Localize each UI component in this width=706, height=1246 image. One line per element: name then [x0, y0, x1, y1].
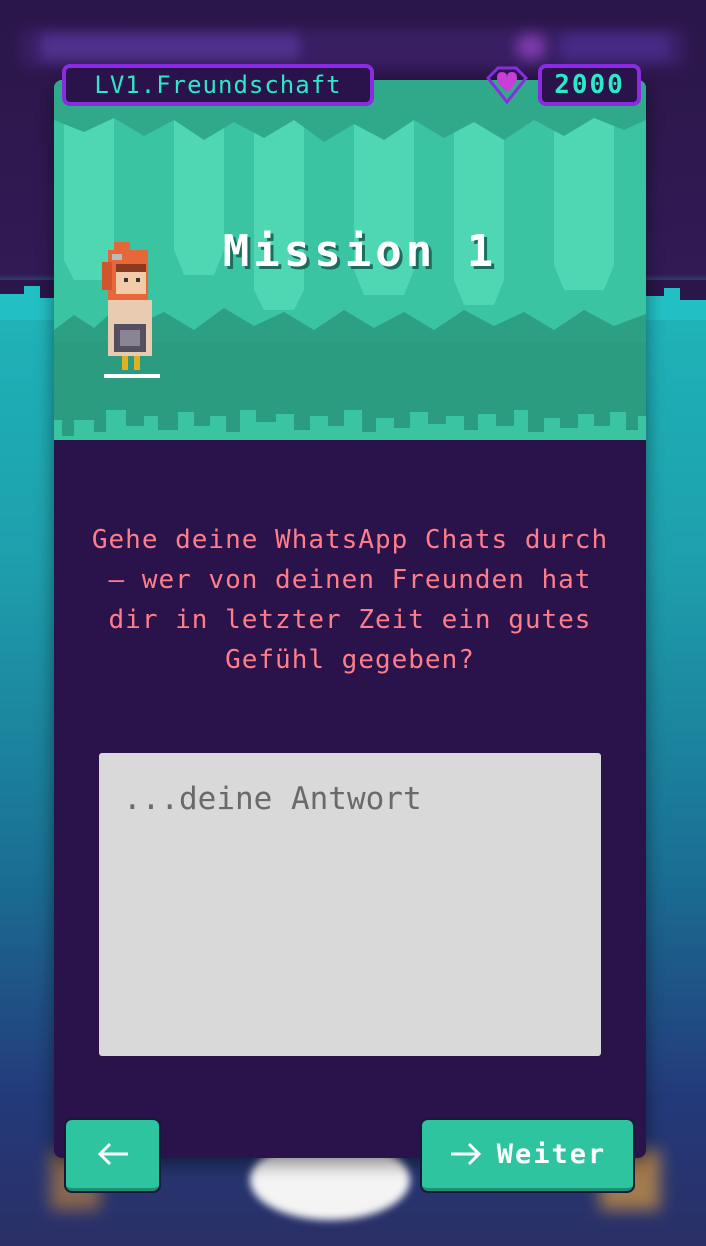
level-badge: LV1.Freundschaft [62, 64, 374, 106]
heart-gem-icon [485, 66, 529, 105]
mission-title: Mission 1 [222, 226, 498, 277]
arrow-right-icon [450, 1142, 481, 1166]
arrow-left-icon [97, 1142, 128, 1166]
mission-question: Gehe deine WhatsApp Chats durch – wer vo… [91, 525, 609, 675]
next-button[interactable]: Weiter [422, 1120, 633, 1191]
score-counter: 2000 [538, 64, 641, 106]
mission-card: Mission 1 Gehe deine WhatsApp Chats durc… [54, 80, 646, 1158]
background-text-blur [40, 34, 300, 60]
next-button-label: Weiter [496, 1138, 607, 1170]
back-button[interactable] [66, 1120, 159, 1191]
answer-input[interactable] [99, 753, 601, 1056]
background-gem-blur [516, 34, 546, 60]
background-score-blur [560, 34, 670, 60]
